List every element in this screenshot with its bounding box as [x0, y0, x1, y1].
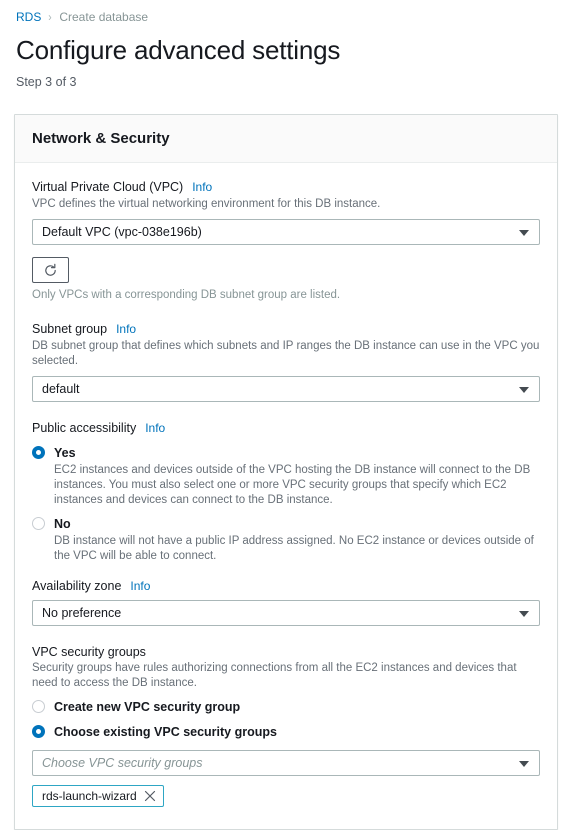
radio-public-accessibility-yes[interactable]: Yes EC2 instances and devices outside of…: [32, 444, 540, 508]
radio-public-accessibility-no[interactable]: No DB instance will not have a public IP…: [32, 515, 540, 564]
subnet-group-select[interactable]: default: [32, 376, 540, 402]
chevron-down-icon: [519, 230, 529, 236]
field-public-accessibility: Public accessibility Info Yes EC2 instan…: [32, 420, 540, 564]
vpc-security-groups-label: VPC security groups: [32, 645, 146, 659]
refresh-icon: [45, 263, 56, 276]
radio-description-yes: EC2 instances and devices outside of the…: [54, 464, 531, 506]
vpc-select-value: Default VPC (vpc-038e196b): [42, 225, 202, 239]
radio-label-create-new: Create new VPC security group: [54, 700, 241, 714]
card-body: Virtual Private Cloud (VPC) Info VPC def…: [15, 163, 557, 829]
public-accessibility-label: Public accessibility: [32, 421, 137, 435]
availability-zone-select[interactable]: No preference: [32, 600, 540, 626]
availability-zone-label-row: Availability zone Info: [32, 578, 540, 595]
chevron-right-icon: ›: [48, 10, 53, 24]
radio-label-yes: Yes: [54, 446, 76, 460]
availability-zone-select-value: No preference: [42, 606, 122, 620]
token-label: rds-launch-wizard: [42, 789, 137, 803]
radio-indicator-unselected: [32, 517, 45, 530]
vpc-select[interactable]: Default VPC (vpc-038e196b): [32, 219, 540, 245]
radio-indicator-selected: [32, 725, 45, 738]
chevron-down-icon: [519, 761, 529, 767]
token-rds-launch-wizard[interactable]: rds-launch-wizard: [32, 785, 164, 807]
radio-choose-existing-vpc-security-groups[interactable]: Choose existing VPC security groups: [32, 723, 540, 741]
vpc-label-row: Virtual Private Cloud (VPC) Info: [32, 179, 540, 196]
vpc-security-groups-token-list: rds-launch-wizard: [32, 785, 540, 807]
field-vpc: Virtual Private Cloud (VPC) Info VPC def…: [32, 179, 540, 245]
radio-indicator-selected: [32, 446, 45, 459]
radio-label-choose-existing: Choose existing VPC security groups: [54, 725, 277, 739]
field-availability-zone: Availability zone Info No preference: [32, 578, 540, 626]
radio-label-no: No: [54, 517, 71, 531]
chevron-down-icon: [519, 387, 529, 393]
refresh-vpc-button[interactable]: [32, 257, 69, 283]
card-title: Network & Security: [32, 130, 170, 147]
subnet-group-select-value: default: [42, 382, 80, 396]
availability-zone-label: Availability zone: [32, 579, 122, 593]
page-step-indicator: Step 3 of 3: [16, 75, 77, 89]
vpc-security-groups-description: Security groups have rules authorizing c…: [32, 662, 517, 689]
vpc-label: Virtual Private Cloud (VPC): [32, 180, 184, 194]
vpc-description: VPC defines the virtual networking envir…: [32, 198, 381, 210]
breadcrumb-link-rds[interactable]: RDS: [16, 9, 41, 25]
subnet-group-label: Subnet group: [32, 322, 108, 336]
radio-description-no: DB instance will not have a public IP ad…: [54, 535, 534, 562]
breadcrumb: RDS › Create database: [0, 0, 578, 25]
public-accessibility-info-link[interactable]: Info: [145, 420, 165, 437]
page-title: Configure advanced settings: [16, 35, 341, 65]
field-vpc-security-groups: VPC security groups Security groups have…: [32, 644, 540, 807]
public-accessibility-label-row: Public accessibility Info: [32, 420, 540, 437]
card-header: Network & Security: [15, 115, 557, 163]
subnet-group-label-row: Subnet group Info: [32, 321, 540, 338]
close-icon[interactable]: [144, 790, 156, 802]
availability-zone-info-link[interactable]: Info: [130, 578, 150, 595]
field-subnet-group: Subnet group Info DB subnet group that d…: [32, 321, 540, 402]
subnet-group-description: DB subnet group that defines which subne…: [32, 340, 540, 367]
vpc-security-groups-select[interactable]: Choose VPC security groups: [32, 750, 540, 776]
network-and-security-card: Network & Security Virtual Private Cloud…: [14, 114, 558, 830]
radio-create-new-vpc-security-group[interactable]: Create new VPC security group: [32, 698, 540, 716]
chevron-down-icon: [519, 611, 529, 617]
vpc-info-link[interactable]: Info: [192, 179, 212, 196]
breadcrumb-current-create-database: Create database: [59, 10, 149, 24]
refresh-note: Only VPCs with a corresponding DB subnet…: [32, 289, 341, 301]
radio-indicator-unselected: [32, 700, 45, 713]
subnet-group-info-link[interactable]: Info: [116, 321, 136, 338]
vpc-security-groups-select-placeholder: Choose VPC security groups: [42, 756, 203, 770]
